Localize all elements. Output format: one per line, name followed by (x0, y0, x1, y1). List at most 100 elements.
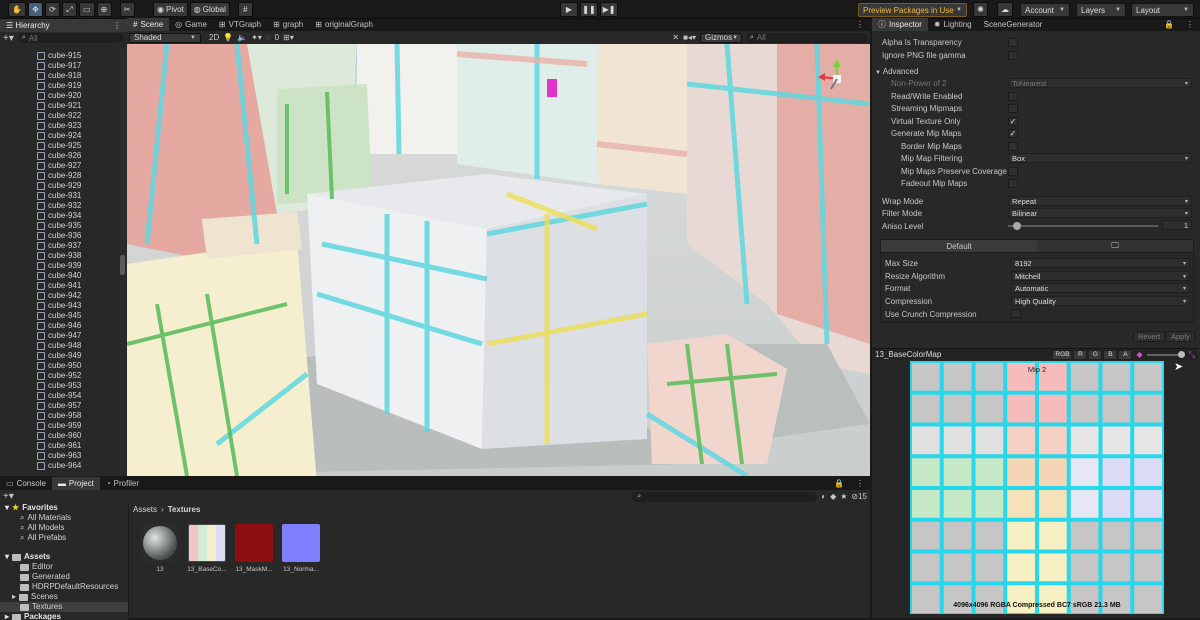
tab-hierarchy[interactable]: ☰ Hierarchy ⋮ (0, 19, 127, 32)
rect-tool-icon[interactable]: ▭ (79, 2, 95, 17)
cloud-icon[interactable]: ☁ (997, 2, 1013, 17)
hierarchy-item[interactable]: cube-963 (0, 451, 127, 461)
assets-header[interactable]: ▾Assets (0, 552, 128, 562)
favorite-item[interactable]: ⌕All Materials (0, 513, 128, 523)
camera-icon[interactable]: ■◂▾ (683, 33, 696, 42)
asset-thumb-normal[interactable] (282, 524, 320, 562)
asset-thumb-basecolor[interactable] (188, 524, 226, 562)
hierarchy-item[interactable]: cube-937 (0, 241, 127, 251)
tab-vtgraph[interactable]: ⊞VTGraph (213, 18, 267, 31)
hierarchy-item[interactable]: cube-945 (0, 311, 127, 321)
tab-inspector[interactable]: ⓘInspector (872, 18, 928, 31)
scale-tool-icon[interactable]: ⤢ (62, 2, 77, 17)
hierarchy-item[interactable]: cube-953 (0, 381, 127, 391)
folder-item-hdrp[interactable]: HDRPDefaultResources (0, 582, 128, 592)
hierarchy-item[interactable]: cube-920 (0, 91, 127, 101)
add-icon[interactable]: +▾ (3, 491, 14, 502)
hierarchy-scrollbar[interactable] (119, 49, 126, 473)
label-icon[interactable]: ◆ (830, 492, 836, 501)
more-options-icon[interactable]: ⋮ (850, 477, 870, 490)
hierarchy-item[interactable]: cube-948 (0, 341, 127, 351)
favorites-header[interactable]: ▾★Favorites (0, 503, 128, 513)
lock-icon[interactable]: 🔒 (828, 477, 850, 490)
hierarchy-item[interactable]: cube-934 (0, 211, 127, 221)
more-options-icon[interactable]: ⋮ (113, 21, 121, 30)
hierarchy-item[interactable]: cube-915 (0, 51, 127, 61)
scene-viewport[interactable] (127, 44, 870, 476)
rotate-tool-icon[interactable]: ⟳ (45, 2, 60, 17)
hierarchy-item[interactable]: cube-957 (0, 401, 127, 411)
effects-icon[interactable]: ✦▾ (251, 33, 262, 42)
hierarchy-item[interactable]: cube-919 (0, 81, 127, 91)
grid-icon[interactable]: ⊞▾ (283, 33, 294, 42)
hierarchy-item[interactable]: cube-940 (0, 271, 127, 281)
hierarchy-item[interactable]: cube-925 (0, 141, 127, 151)
hidden-count[interactable]: 0 (275, 33, 279, 42)
tab-console[interactable]: ▭Console (0, 477, 52, 490)
hierarchy-item[interactable]: cube-917 (0, 61, 127, 71)
lock-icon[interactable]: 🔒 (1158, 18, 1180, 31)
layout-dropdown[interactable]: Layout▼ (1131, 3, 1194, 17)
folder-item-scenes[interactable]: ▸Scenes (0, 592, 128, 602)
preview-packages-dropdown[interactable]: Preview Packages in Use▼ (858, 3, 967, 17)
hierarchy-item[interactable]: cube-923 (0, 121, 127, 131)
favorite-item[interactable]: ⌕All Models (0, 523, 128, 533)
move-tool-icon[interactable]: ✥ (28, 2, 43, 17)
hierarchy-item[interactable]: cube-959 (0, 421, 127, 431)
tab-profiler[interactable]: ◔Profiler (100, 477, 145, 490)
2d-toggle[interactable]: 2D (209, 33, 219, 42)
collab-icon[interactable]: ✺ (973, 2, 988, 17)
scrollbar-thumb[interactable] (120, 255, 125, 275)
breadcrumb-textures[interactable]: Textures (168, 505, 201, 514)
tab-graph[interactable]: ⊞graph (267, 18, 309, 31)
hierarchy-item[interactable]: cube-949 (0, 351, 127, 361)
hierarchy-item[interactable]: cube-947 (0, 331, 127, 341)
hierarchy-item[interactable]: cube-918 (0, 71, 127, 81)
hand-tool-icon[interactable]: ✋ (8, 2, 26, 17)
layers-dropdown[interactable]: Layers▼ (1076, 3, 1126, 17)
tab-game[interactable]: ◎Game (169, 18, 213, 31)
hierarchy-item[interactable]: cube-964 (0, 461, 127, 471)
add-icon[interactable]: +▾ (3, 33, 14, 44)
asset-thumb-mask[interactable] (235, 524, 273, 562)
tools-icon[interactable]: ✕ (672, 33, 679, 42)
project-search-input[interactable]: ⌕ (631, 492, 817, 502)
hierarchy-item[interactable]: cube-932 (0, 201, 127, 211)
hierarchy-item[interactable]: cube-941 (0, 281, 127, 291)
hierarchy-item[interactable]: cube-942 (0, 291, 127, 301)
folder-item-editor[interactable]: Editor (0, 562, 128, 572)
more-options-icon[interactable]: ⋮ (850, 18, 870, 31)
hierarchy-item[interactable]: cube-952 (0, 371, 127, 381)
step-button[interactable]: ▶❚ (600, 2, 618, 17)
search-by-type-icon[interactable]: ◐ (821, 492, 826, 501)
hierarchy-item[interactable]: cube-931 (0, 191, 127, 201)
asset-thumb-model[interactable] (141, 524, 179, 562)
pivot-button[interactable]: ◉Pivot (153, 2, 188, 17)
hidden-packages-icon[interactable]: ⊘15 (851, 492, 867, 501)
tab-scene-generator[interactable]: SceneGenerator (978, 18, 1049, 31)
hierarchy-item[interactable]: cube-922 (0, 111, 127, 121)
more-options-icon[interactable]: ⋮ (1180, 18, 1200, 31)
hierarchy-item[interactable]: cube-950 (0, 361, 127, 371)
folder-item-textures[interactable]: Textures (0, 602, 128, 612)
hierarchy-item[interactable]: cube-965 (0, 471, 127, 472)
tab-project[interactable]: ▬Project (52, 477, 100, 490)
hierarchy-item[interactable]: cube-924 (0, 131, 127, 141)
packages-header[interactable]: ▸Packages (0, 612, 128, 620)
hierarchy-item[interactable]: cube-954 (0, 391, 127, 401)
gizmos-dropdown[interactable]: Gizmos▼ (700, 33, 742, 43)
hierarchy-item[interactable]: cube-958 (0, 411, 127, 421)
hierarchy-item[interactable]: cube-927 (0, 161, 127, 171)
lighting-icon[interactable]: 💡 (223, 33, 233, 42)
hierarchy-item[interactable]: cube-928 (0, 171, 127, 181)
tab-scene[interactable]: #Scene (127, 18, 169, 31)
hierarchy-item[interactable]: cube-929 (0, 181, 127, 191)
custom-tool-icon[interactable]: ✂ (120, 2, 135, 17)
favorite-item[interactable]: ⌕All Prefabs (0, 533, 128, 543)
scene-search-input[interactable]: ⌕ All (746, 33, 868, 43)
favorite-icon[interactable]: ★ (840, 492, 847, 501)
shading-dropdown[interactable]: Shaded▼ (129, 33, 201, 43)
play-button[interactable]: ▶ (560, 2, 578, 17)
account-dropdown[interactable]: Account▼ (1020, 3, 1070, 17)
hierarchy-item[interactable]: cube-926 (0, 151, 127, 161)
